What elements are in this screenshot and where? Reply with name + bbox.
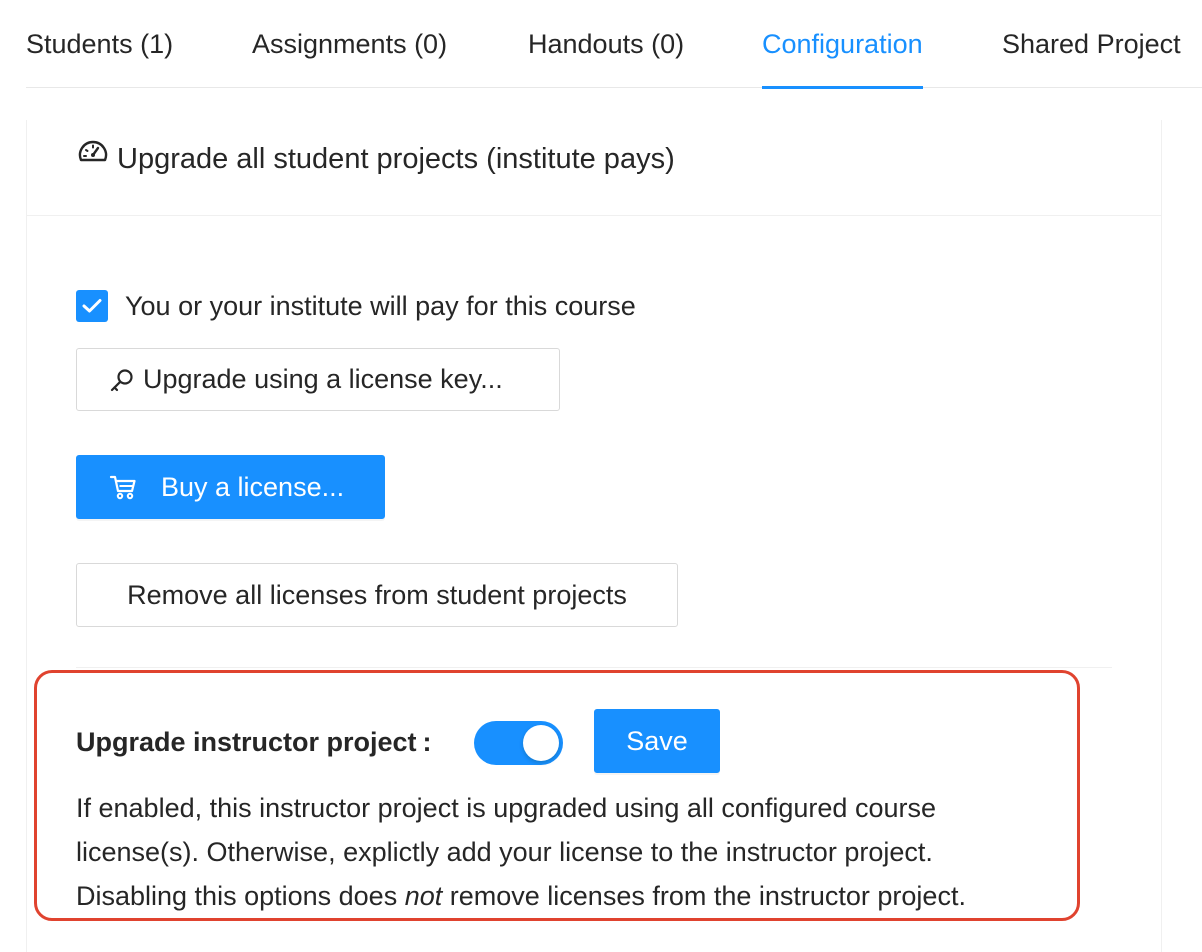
key-icon bbox=[109, 367, 135, 393]
toggle-knob bbox=[523, 725, 559, 761]
checkmark-icon bbox=[82, 299, 102, 313]
tab-bar: Students (1) Assignments (0) Handouts (0… bbox=[26, 0, 1202, 89]
tab-students[interactable]: Students (1) bbox=[26, 0, 173, 88]
description-line: Disabling this options does not remove l… bbox=[76, 874, 1076, 918]
buy-license-label: Buy a license... bbox=[161, 471, 345, 502]
remove-licenses-label: Remove all licenses from student project… bbox=[127, 579, 627, 610]
card-title: Upgrade all student projects (institute … bbox=[117, 143, 675, 175]
tab-shared-project[interactable]: Shared Project bbox=[1002, 0, 1181, 88]
upgrade-instructor-label: Upgrade instructor project: bbox=[76, 722, 432, 762]
label-colon: : bbox=[422, 727, 432, 757]
save-button[interactable]: Save bbox=[594, 709, 720, 773]
description-line: license(s). Otherwise, explictly add you… bbox=[76, 837, 933, 867]
card-title-row: Upgrade all student projects (institute … bbox=[77, 120, 675, 198]
upgrade-instructor-toggle[interactable] bbox=[474, 721, 563, 765]
pay-checkbox-row[interactable]: You or your institute will pay for this … bbox=[76, 288, 636, 324]
pay-checkbox[interactable] bbox=[76, 290, 108, 322]
upgrade-instructor-label-text: Upgrade instructor project bbox=[76, 727, 417, 757]
dashboard-icon bbox=[77, 118, 109, 196]
remove-licenses-button[interactable]: Remove all licenses from student project… bbox=[76, 563, 678, 627]
save-button-label: Save bbox=[626, 725, 688, 756]
upgrade-license-key-label: Upgrade using a license key... bbox=[143, 364, 503, 394]
upgrade-license-key-button[interactable]: Upgrade using a license key... bbox=[76, 348, 560, 411]
description-text: Disabling this options does bbox=[76, 881, 405, 911]
section-divider bbox=[76, 667, 1112, 668]
tab-handouts[interactable]: Handouts (0) bbox=[528, 0, 684, 88]
tab-configuration[interactable]: Configuration bbox=[762, 0, 923, 89]
description-text: remove licenses from the instructor proj… bbox=[442, 881, 966, 911]
instructor-description: If enabled, this instructor project is u… bbox=[76, 786, 1076, 918]
description-line: If enabled, this instructor project is u… bbox=[76, 793, 936, 823]
buy-license-button[interactable]: Buy a license... bbox=[76, 455, 385, 519]
description-emphasis: not bbox=[404, 881, 443, 911]
card-header: Upgrade all student projects (institute … bbox=[27, 120, 1161, 216]
shopping-cart-icon bbox=[109, 474, 137, 500]
pay-checkbox-label: You or your institute will pay for this … bbox=[125, 290, 636, 321]
tab-assignments[interactable]: Assignments (0) bbox=[252, 0, 447, 88]
